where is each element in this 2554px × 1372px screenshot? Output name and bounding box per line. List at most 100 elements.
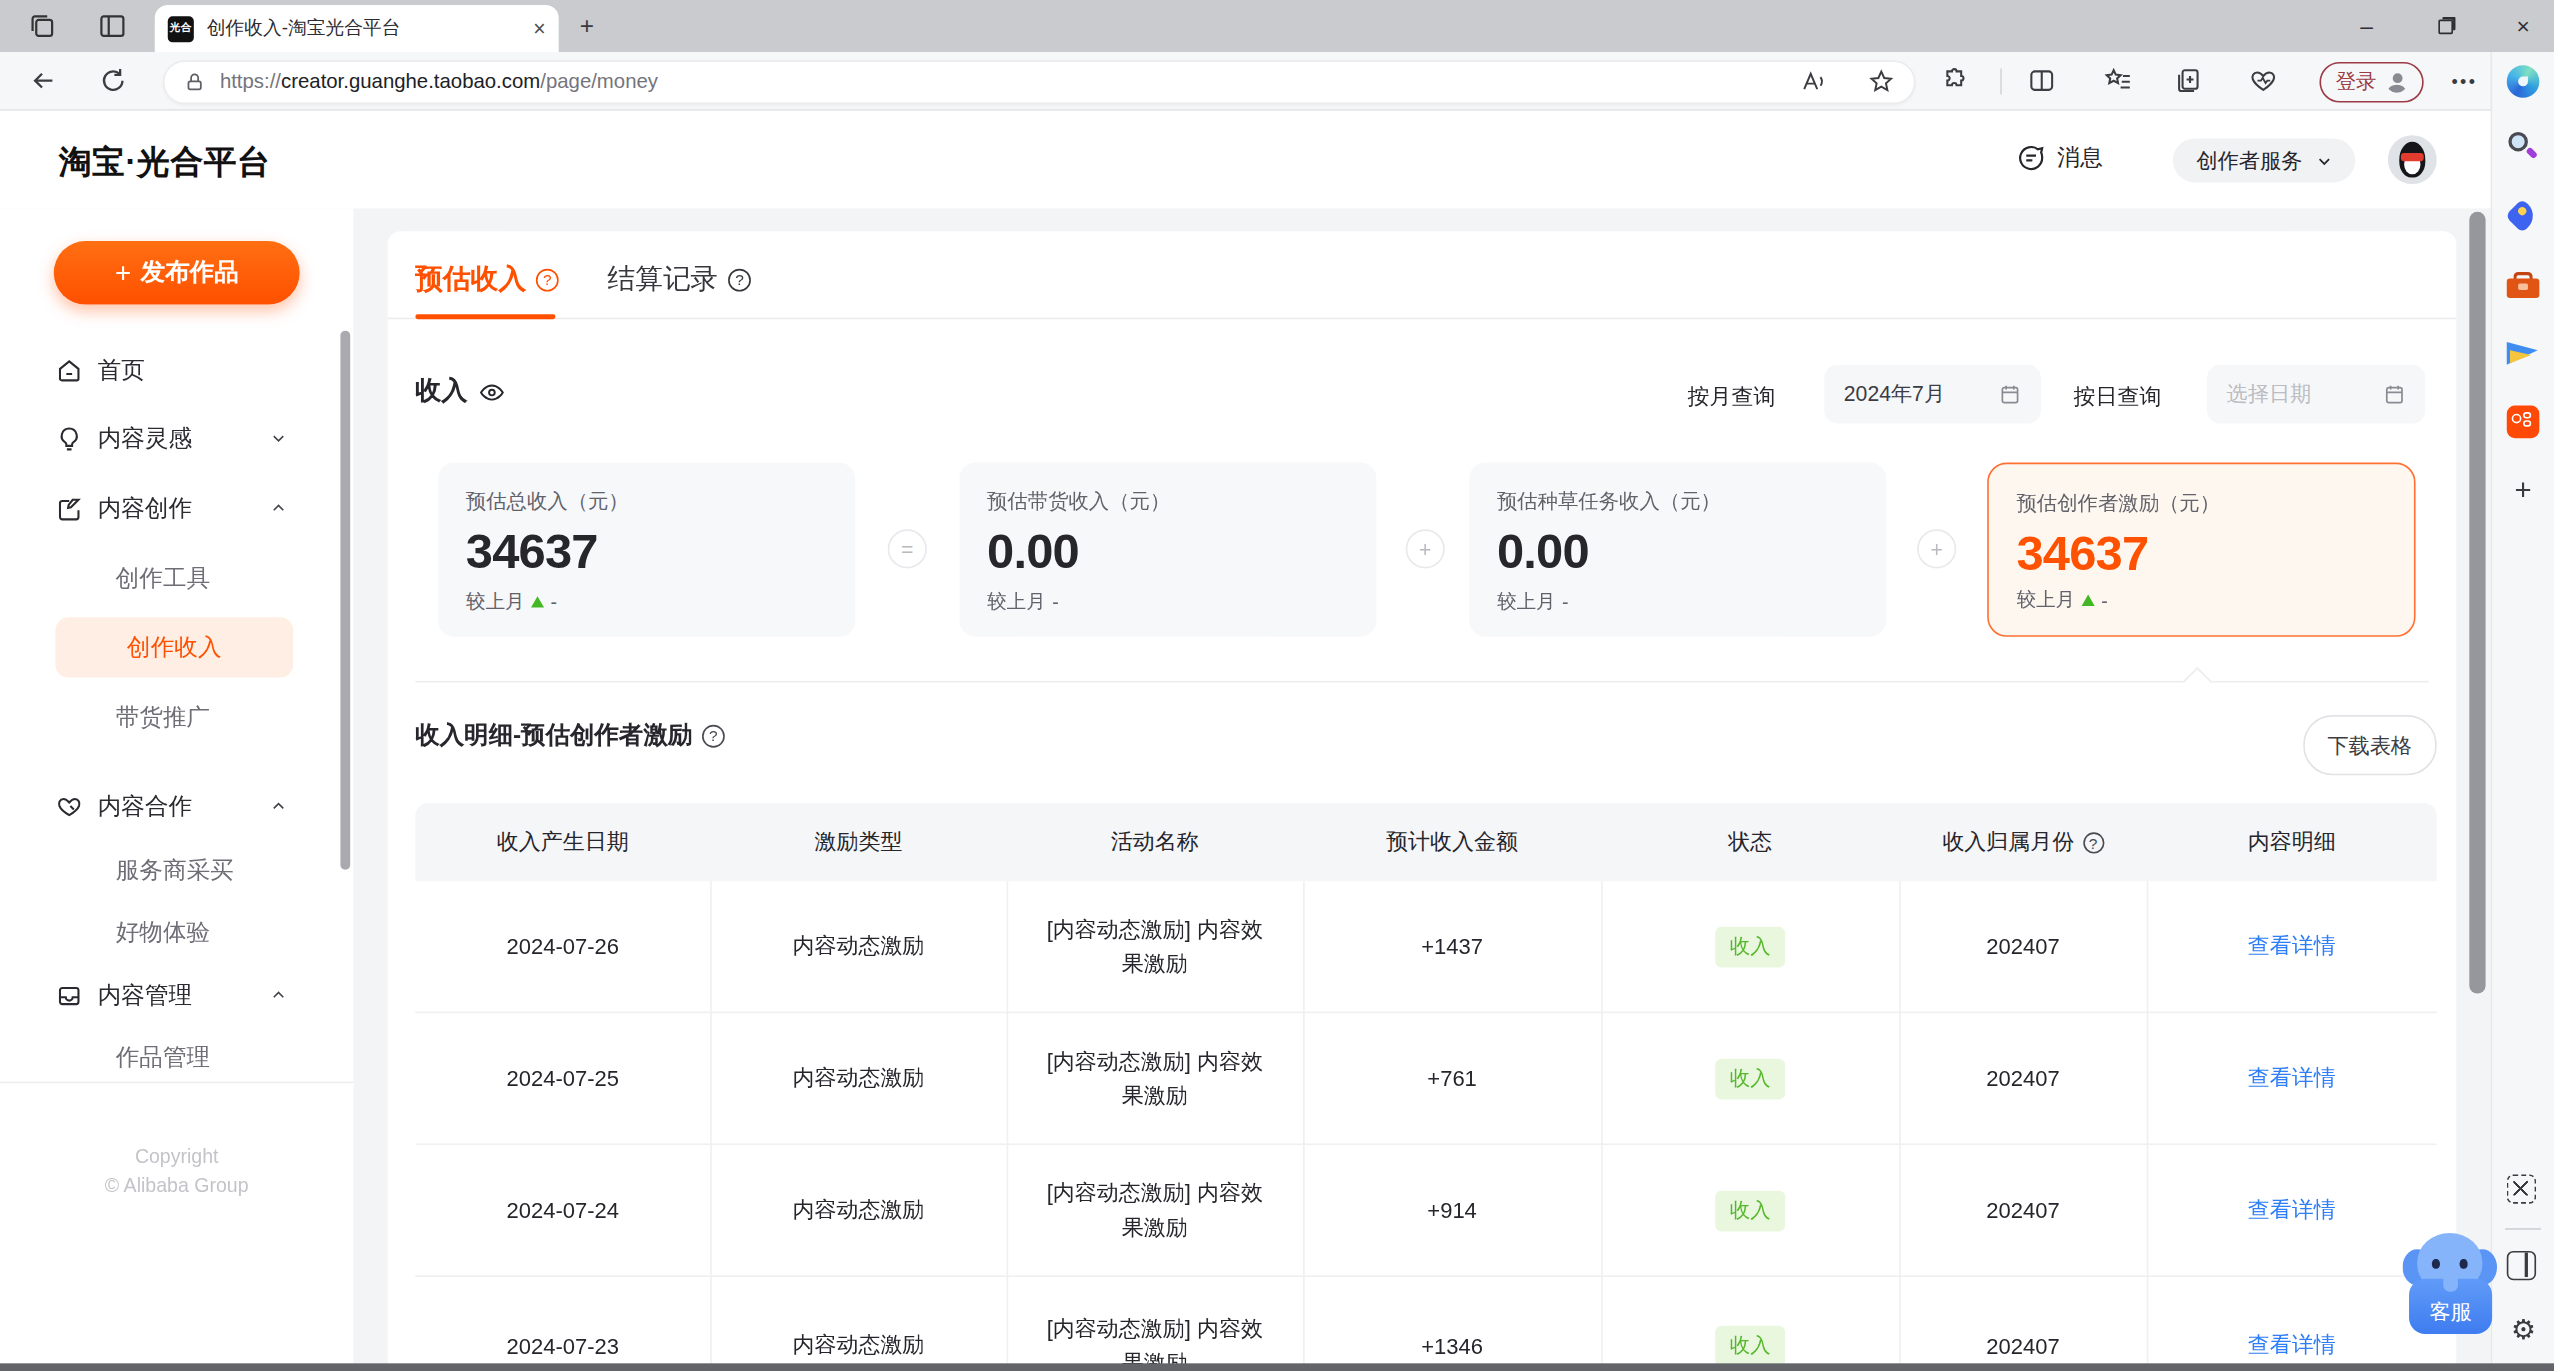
sidebar-item-goods-experience[interactable]: 好物体验 bbox=[116, 899, 295, 964]
table-row: 2024-07-26 内容动态激励 [内容动态激励] 内容效果激励 +1437 … bbox=[415, 881, 2436, 1013]
page-scrollbar[interactable] bbox=[2469, 212, 2485, 994]
income-heading: 收入 bbox=[415, 375, 505, 409]
chevron-up-icon bbox=[270, 500, 286, 516]
tab-estimated-income[interactable]: 预估收入 ? bbox=[415, 261, 558, 298]
view-details-link[interactable]: 查看详情 bbox=[2248, 1196, 2336, 1225]
signin-button[interactable]: 登录 bbox=[2319, 62, 2423, 103]
new-tab-button[interactable]: + bbox=[580, 15, 594, 38]
read-aloud-icon[interactable] bbox=[1800, 68, 1826, 94]
sidebar-item-promotion[interactable]: 带货推广 bbox=[116, 684, 295, 749]
back-button[interactable] bbox=[29, 67, 57, 95]
day-picker[interactable]: 选择日期 bbox=[2207, 365, 2425, 424]
heart-hand-icon bbox=[55, 793, 83, 821]
table-header: 收入产生日期 激励类型 活动名称 预计收入金额 状态 收入归属月份? 内容明细 bbox=[415, 803, 2436, 881]
main-card: 预估收入 ? 结算记录 ? 收入 按月查询 2024年7月 按日查询 选择日期 bbox=[388, 231, 2457, 1371]
collections-icon[interactable] bbox=[2174, 67, 2202, 95]
sidebar-item-home[interactable]: 首页 bbox=[55, 336, 299, 406]
sidebar-item-cooperation[interactable]: 内容合作 bbox=[55, 772, 299, 842]
view-details-link[interactable]: 查看详情 bbox=[2248, 932, 2336, 961]
window-restore-button[interactable] bbox=[2432, 13, 2458, 39]
help-icon[interactable]: ? bbox=[2082, 832, 2103, 853]
sidebar-add-icon[interactable]: + bbox=[2507, 474, 2540, 507]
sidebar-item-inspiration[interactable]: 内容灵感 bbox=[55, 404, 299, 474]
day-query-label: 按日查询 bbox=[2074, 383, 2162, 412]
stat-creator-incentive[interactable]: 预估创作者激励（元） 34637 较上月- bbox=[1987, 463, 2415, 637]
creator-service-menu[interactable]: 创作者服务 bbox=[2173, 138, 2355, 182]
refresh-button[interactable] bbox=[99, 67, 127, 95]
sidebar-kuaishou-icon[interactable] bbox=[2507, 406, 2540, 439]
detail-section-title: 收入明细-预估创作者激励 ? bbox=[415, 720, 724, 751]
window-bottom-edge bbox=[0, 1363, 2554, 1371]
sidebar-item-creation-tools[interactable]: 创作工具 bbox=[116, 546, 295, 611]
month-query-label: 按月查询 bbox=[1687, 383, 1775, 412]
sidebar-tools-icon[interactable] bbox=[2507, 272, 2540, 305]
sidebar-divider bbox=[2505, 1228, 2541, 1230]
favorite-star-icon[interactable] bbox=[1868, 68, 1894, 94]
stat-total-income: 预估总收入（元） 34637 较上月- bbox=[438, 463, 855, 637]
status-badge: 收入 bbox=[1715, 1058, 1785, 1099]
help-icon[interactable]: ? bbox=[702, 724, 725, 747]
tab-title: 创作收入-淘宝光合平台 bbox=[207, 16, 484, 40]
home-icon bbox=[55, 357, 83, 385]
calendar-icon bbox=[1999, 383, 2022, 406]
month-picker[interactable]: 2024年7月 bbox=[1824, 365, 2041, 424]
view-details-link[interactable]: 查看详情 bbox=[2248, 1331, 2336, 1360]
profile-icon bbox=[2386, 72, 2407, 93]
sidebar-send-icon[interactable] bbox=[2507, 337, 2540, 370]
screenshot-icon[interactable] bbox=[2507, 1174, 2536, 1203]
tab-close-icon[interactable]: × bbox=[533, 18, 545, 39]
sidebar-item-creation-income[interactable]: 创作收入 bbox=[55, 617, 293, 677]
inbox-icon bbox=[55, 982, 83, 1010]
window-close-button[interactable]: × bbox=[2510, 13, 2536, 39]
toolbar-divider bbox=[2000, 68, 2002, 94]
table-row: 2024-07-25 内容动态激励 [内容动态激励] 内容效果激励 +761 收… bbox=[415, 1013, 2436, 1145]
message-icon bbox=[2016, 143, 2045, 172]
extensions-icon[interactable] bbox=[1942, 67, 1970, 95]
sidebar-search-icon[interactable] bbox=[2507, 130, 2540, 163]
split-screen-icon[interactable] bbox=[2028, 67, 2056, 95]
sidebar-item-works-management[interactable]: 作品管理 bbox=[116, 1025, 295, 1090]
sidebar-item-service-purchase[interactable]: 服务商采买 bbox=[116, 837, 295, 902]
site-logo[interactable]: 淘宝·光合平台 bbox=[59, 140, 271, 184]
up-arrow-icon bbox=[531, 596, 544, 607]
browser-essentials-icon[interactable] bbox=[2249, 67, 2277, 95]
window-minimize-button[interactable]: – bbox=[2354, 13, 2380, 39]
tab-workspaces-icon[interactable] bbox=[28, 11, 57, 40]
site-favicon: 光合 bbox=[168, 15, 194, 41]
equals-operator: = bbox=[888, 529, 927, 568]
vertical-tabs-icon[interactable] bbox=[98, 11, 127, 40]
browser-tab[interactable]: 光合 创作收入-淘宝光合平台 × bbox=[155, 5, 559, 52]
edge-sidebar bbox=[2490, 52, 2554, 1365]
site-sidebar: +发布作品 首页 内容灵感 内容创作 创作工具 创作收入 带货推广 内容合作 bbox=[0, 208, 353, 1371]
sidebar-item-creation[interactable]: 内容创作 bbox=[55, 474, 299, 544]
lock-icon bbox=[184, 71, 205, 92]
sidebar-shopping-icon[interactable] bbox=[2510, 204, 2536, 230]
url-path: /page/money bbox=[540, 70, 658, 93]
stat-sales-income: 预估带货收入（元） 0.00 较上月- bbox=[959, 463, 1376, 637]
status-badge: 收入 bbox=[1715, 926, 1785, 967]
eye-icon[interactable] bbox=[479, 379, 505, 405]
download-table-button[interactable]: 下载表格 bbox=[2303, 715, 2437, 775]
messages-button[interactable]: 消息 bbox=[2016, 143, 2102, 172]
sidebar-item-management[interactable]: 内容管理 bbox=[55, 961, 299, 1031]
customer-service-float[interactable]: 客服 bbox=[2404, 1230, 2495, 1334]
plus-operator: + bbox=[1406, 529, 1445, 568]
help-icon[interactable]: ? bbox=[536, 268, 559, 291]
sidebar-scrollbar[interactable] bbox=[340, 331, 350, 870]
help-icon[interactable]: ? bbox=[728, 268, 751, 291]
user-avatar[interactable] bbox=[2388, 135, 2437, 184]
chevron-down-icon bbox=[270, 430, 286, 446]
copilot-icon[interactable] bbox=[2507, 65, 2540, 98]
pointer-notch bbox=[2183, 667, 2211, 695]
settings-gear-icon[interactable]: ⚙ bbox=[2507, 1313, 2540, 1346]
view-details-link[interactable]: 查看详情 bbox=[2248, 1064, 2336, 1093]
split-window-icon[interactable] bbox=[2507, 1251, 2536, 1280]
browser-menu-icon[interactable]: ••• bbox=[2451, 72, 2477, 92]
favorites-icon[interactable] bbox=[2104, 67, 2132, 95]
tab-settlement-records[interactable]: 结算记录 ? bbox=[608, 261, 751, 298]
chevron-up-icon bbox=[270, 987, 286, 1003]
copyright-line1: Copyright bbox=[0, 1145, 353, 1168]
address-bar[interactable]: https://creator.guanghe.taobao.com/page/… bbox=[163, 59, 1916, 103]
publish-button[interactable]: +发布作品 bbox=[54, 241, 300, 305]
url-host: creator.guanghe.taobao.com bbox=[281, 70, 540, 93]
